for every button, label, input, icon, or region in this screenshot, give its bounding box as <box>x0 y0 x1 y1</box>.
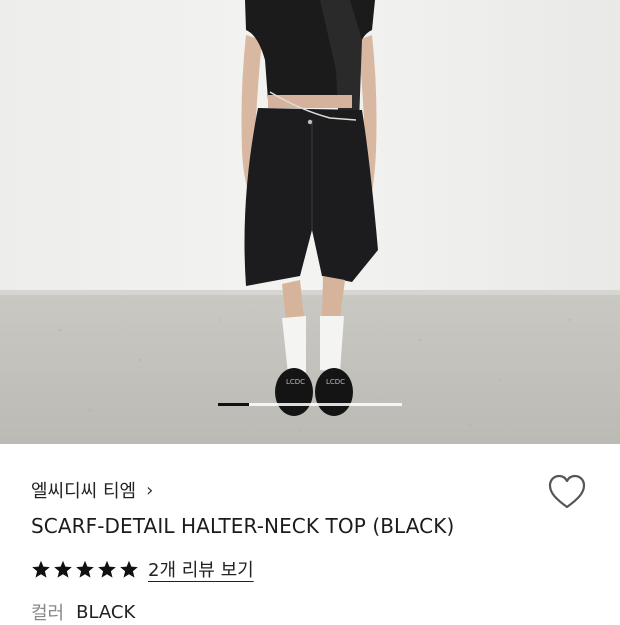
brand-name: 엘씨디씨 티엠 <box>31 481 137 502</box>
review-link[interactable]: 2개 리뷰 보기 <box>148 556 254 582</box>
product-photo: LCDC LCDC <box>0 0 620 444</box>
product-title: SCARF-DETAIL HALTER-NECK TOP (BLACK) <box>31 514 455 538</box>
product-image-gallery[interactable]: LCDC LCDC <box>0 0 620 444</box>
rating-row: 2개 리뷰 보기 <box>31 556 254 582</box>
brand-link[interactable]: 엘씨디씨 티엠 › <box>31 477 153 503</box>
heart-icon[interactable] <box>548 474 586 510</box>
star-icon <box>76 560 94 578</box>
star-icon <box>54 560 72 578</box>
star-icon <box>32 560 50 578</box>
option-row: 컬러 BLACK <box>31 599 135 625</box>
gallery-progress-indicator <box>218 403 250 406</box>
option-label: 컬러 <box>31 603 65 624</box>
svg-text:LCDC: LCDC <box>326 378 345 386</box>
star-icon <box>120 560 138 578</box>
svg-text:LCDC: LCDC <box>286 378 305 386</box>
chevron-right-icon: › <box>146 479 154 501</box>
option-value: BLACK <box>76 601 136 623</box>
star-rating <box>31 560 141 579</box>
gallery-progress-bar <box>218 403 402 406</box>
star-icon <box>98 560 116 578</box>
